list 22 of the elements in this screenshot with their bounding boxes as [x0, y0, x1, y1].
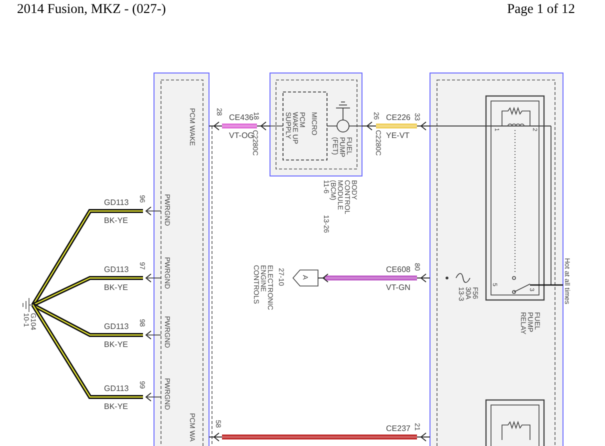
wire-color-code: BK-YE: [104, 340, 128, 349]
wire-color-code: VT-OG: [229, 131, 254, 140]
circuit-label: GD113: [104, 384, 129, 393]
ground-icon: [22, 298, 34, 312]
connector-tag: [292, 270, 318, 286]
wire-color-code: VT-GN: [386, 283, 410, 292]
circuit-label: GD113: [104, 322, 129, 331]
micro-outline: [282, 92, 328, 160]
circuit-label: CE226: [386, 113, 410, 122]
wire-color-code: BK-YE: [104, 216, 128, 225]
relay-drawing: [485, 399, 545, 446]
circuit-label: CE608: [386, 265, 410, 274]
circuit-label: CE436: [229, 113, 254, 122]
wire-color-code: BK-YE: [104, 402, 128, 411]
fuse-icon: [446, 273, 470, 283]
circuit-label: GD113: [104, 198, 129, 207]
circuit-label: CE237: [386, 424, 410, 433]
circuit-label: GD113: [104, 265, 129, 274]
wire-color-code: BK-YE: [104, 283, 128, 292]
page-number: Page 1 of 12: [507, 0, 575, 17]
wire-color-code: YE-VT: [386, 131, 410, 140]
document-title: 2014 Fusion, MKZ - (027-): [17, 0, 166, 17]
